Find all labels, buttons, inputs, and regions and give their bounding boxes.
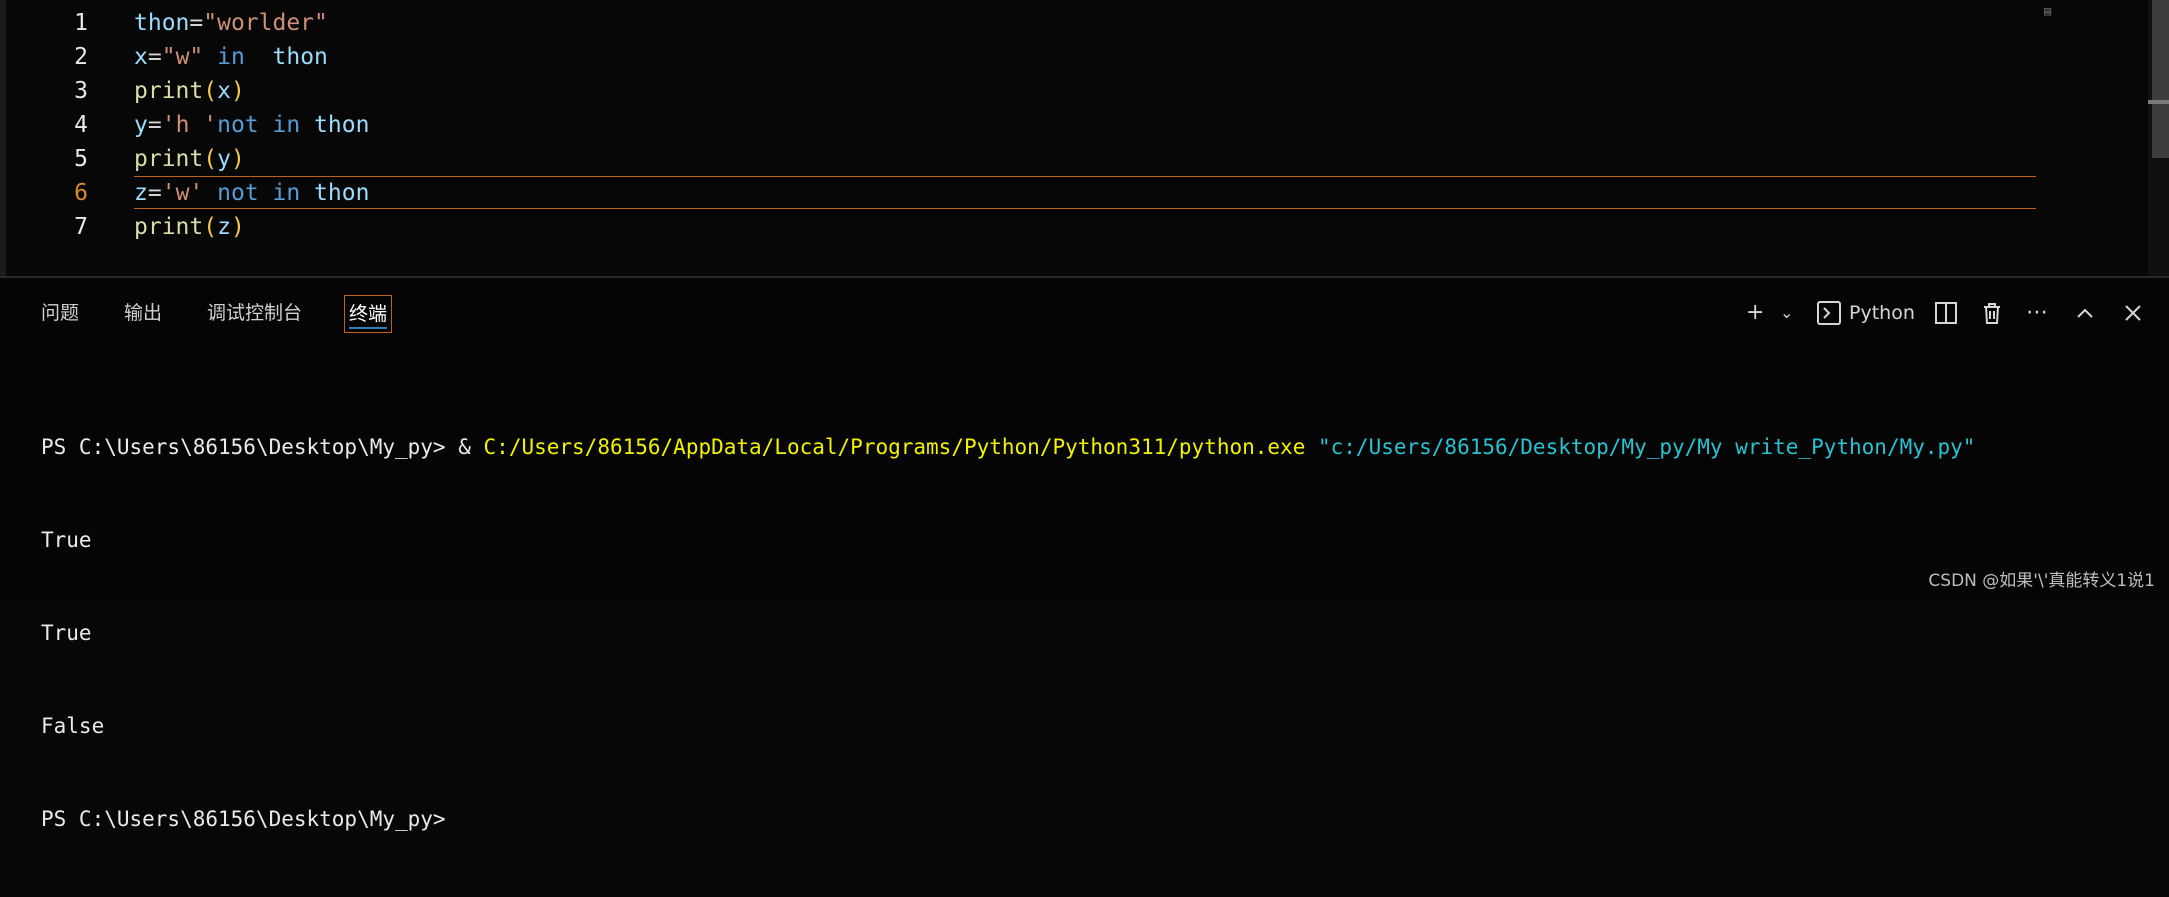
code-token: x (217, 78, 231, 104)
code-line[interactable]: 6 z='w' not in thon (6, 176, 2046, 210)
code-line[interactable]: 5 print(y) (6, 142, 2046, 176)
line-number: 4 (74, 112, 88, 138)
tab-problems[interactable]: 问题 (41, 295, 79, 331)
editor-scrollbar-thumb[interactable] (2152, 0, 2169, 158)
code-token: y (217, 146, 231, 172)
kill-terminal-button[interactable] (1980, 295, 2004, 331)
code-token: thon (314, 112, 370, 138)
close-icon (2125, 305, 2141, 321)
split-terminal-button[interactable] (1934, 295, 1958, 331)
code-line[interactable]: 3 print(x) (6, 74, 2046, 108)
code-token: = (147, 180, 162, 206)
ellipsis-icon: ⋯ (2026, 300, 2048, 325)
code-token: ( (203, 146, 218, 172)
minimap-toggle-icon[interactable]: ▤ (2044, 4, 2062, 18)
maximize-panel-button[interactable] (2074, 295, 2096, 331)
code-token: in (203, 44, 273, 70)
code-token: "worlder" (203, 10, 328, 36)
code-text[interactable]: thon="worlder" (134, 6, 328, 40)
code-token: 'h ' (161, 112, 218, 138)
line-number: 3 (74, 78, 88, 104)
split-icon (1935, 302, 1957, 324)
line-number: 7 (74, 214, 88, 240)
code-line[interactable]: 2 x="w" in thon (6, 40, 2046, 74)
code-line[interactable]: 4 y='h 'not in thon (6, 108, 2046, 142)
code-token: ) (230, 78, 245, 104)
terminal-dropdown-button[interactable]: ⌄ (1780, 295, 1793, 331)
terminal-profile-label: Python (1849, 302, 1915, 324)
code-token: ) (230, 214, 245, 240)
code-token: "w" (161, 44, 204, 70)
terminal-output-line: False (41, 714, 105, 738)
code-token: = (147, 44, 162, 70)
code-text[interactable]: print(x) (134, 74, 245, 108)
terminal-script-path: "c:/Users/86156/Desktop/My_py/My write_P… (1318, 435, 1976, 459)
line-number: 6 (74, 180, 88, 206)
code-token: ) (230, 146, 245, 172)
terminal-command-line: PS C:\Users\86156\Desktop\My_py> & C:/Us… (41, 432, 1975, 463)
code-token: thon (134, 10, 190, 36)
scrollbar-marker (2148, 100, 2169, 104)
code-text[interactable]: x="w" in thon (134, 40, 328, 74)
trash-icon (1984, 303, 2000, 324)
code-line[interactable]: 1 thon="worlder" (6, 6, 2046, 40)
line-number: 2 (74, 44, 88, 70)
close-panel-button[interactable] (2122, 295, 2144, 331)
code-token: y (134, 112, 148, 138)
code-token: not in (203, 180, 315, 206)
tab-terminal[interactable]: 终端 (344, 295, 393, 333)
code-token: z (134, 180, 148, 206)
code-token: print (134, 78, 204, 104)
watermark-text: CSDN @如果'\'真能转义1说1 (1928, 571, 2155, 591)
chevron-up-icon (2077, 308, 2093, 318)
code-editor[interactable]: 1 thon="worlder" 2 x="w" in thon 3 print… (0, 0, 2169, 276)
code-token: ( (203, 78, 218, 104)
code-line[interactable]: 7 print(z) (6, 210, 2046, 244)
line-number: 5 (74, 146, 88, 172)
code-token: ( (203, 214, 218, 240)
tab-debug-console[interactable]: 调试控制台 (207, 295, 302, 331)
code-token: print (134, 214, 204, 240)
code-text[interactable]: y='h 'not in thon (134, 108, 369, 142)
terminal-amp: & (458, 435, 484, 459)
code-token: print (134, 146, 204, 172)
code-text[interactable]: print(y) (134, 142, 245, 176)
terminal-prompt: PS C:\Users\86156\Desktop\My_py> (41, 435, 459, 459)
plus-icon: + (1746, 300, 1765, 325)
code-token: thon (314, 180, 370, 206)
line-number: 1 (74, 10, 88, 36)
terminal-final-prompt: PS C:\Users\86156\Desktop\My_py> (41, 807, 446, 831)
terminal-output-line: True (41, 621, 92, 645)
code-token: = (189, 10, 204, 36)
terminal-icon (1817, 301, 1841, 325)
terminal-output[interactable]: PS C:\Users\86156\Desktop\My_py> & C:/Us… (41, 370, 1975, 897)
code-text[interactable]: print(z) (134, 210, 245, 244)
code-token: thon (272, 44, 328, 70)
chevron-down-icon: ⌄ (1780, 303, 1794, 322)
code-token: not in (217, 112, 315, 138)
code-text[interactable]: z='w' not in thon (134, 176, 369, 210)
more-actions-button[interactable]: ⋯ (2026, 295, 2048, 331)
terminal-profile-button[interactable]: Python (1816, 295, 1915, 331)
code-token: = (147, 112, 162, 138)
code-token: x (134, 44, 148, 70)
code-token: 'w' (161, 180, 204, 206)
terminal-output-line: True (41, 528, 92, 552)
tab-output[interactable]: 输出 (124, 295, 162, 331)
code-token: z (217, 214, 231, 240)
bottom-panel: 问题 输出 调试控制台 终端 + ⌄ Python ⋯ PS C:\Users\… (0, 276, 2169, 831)
new-terminal-button[interactable]: + (1746, 295, 1764, 331)
terminal-exe-path: C:/Users/86156/AppData/Local/Programs/Py… (483, 435, 1306, 459)
